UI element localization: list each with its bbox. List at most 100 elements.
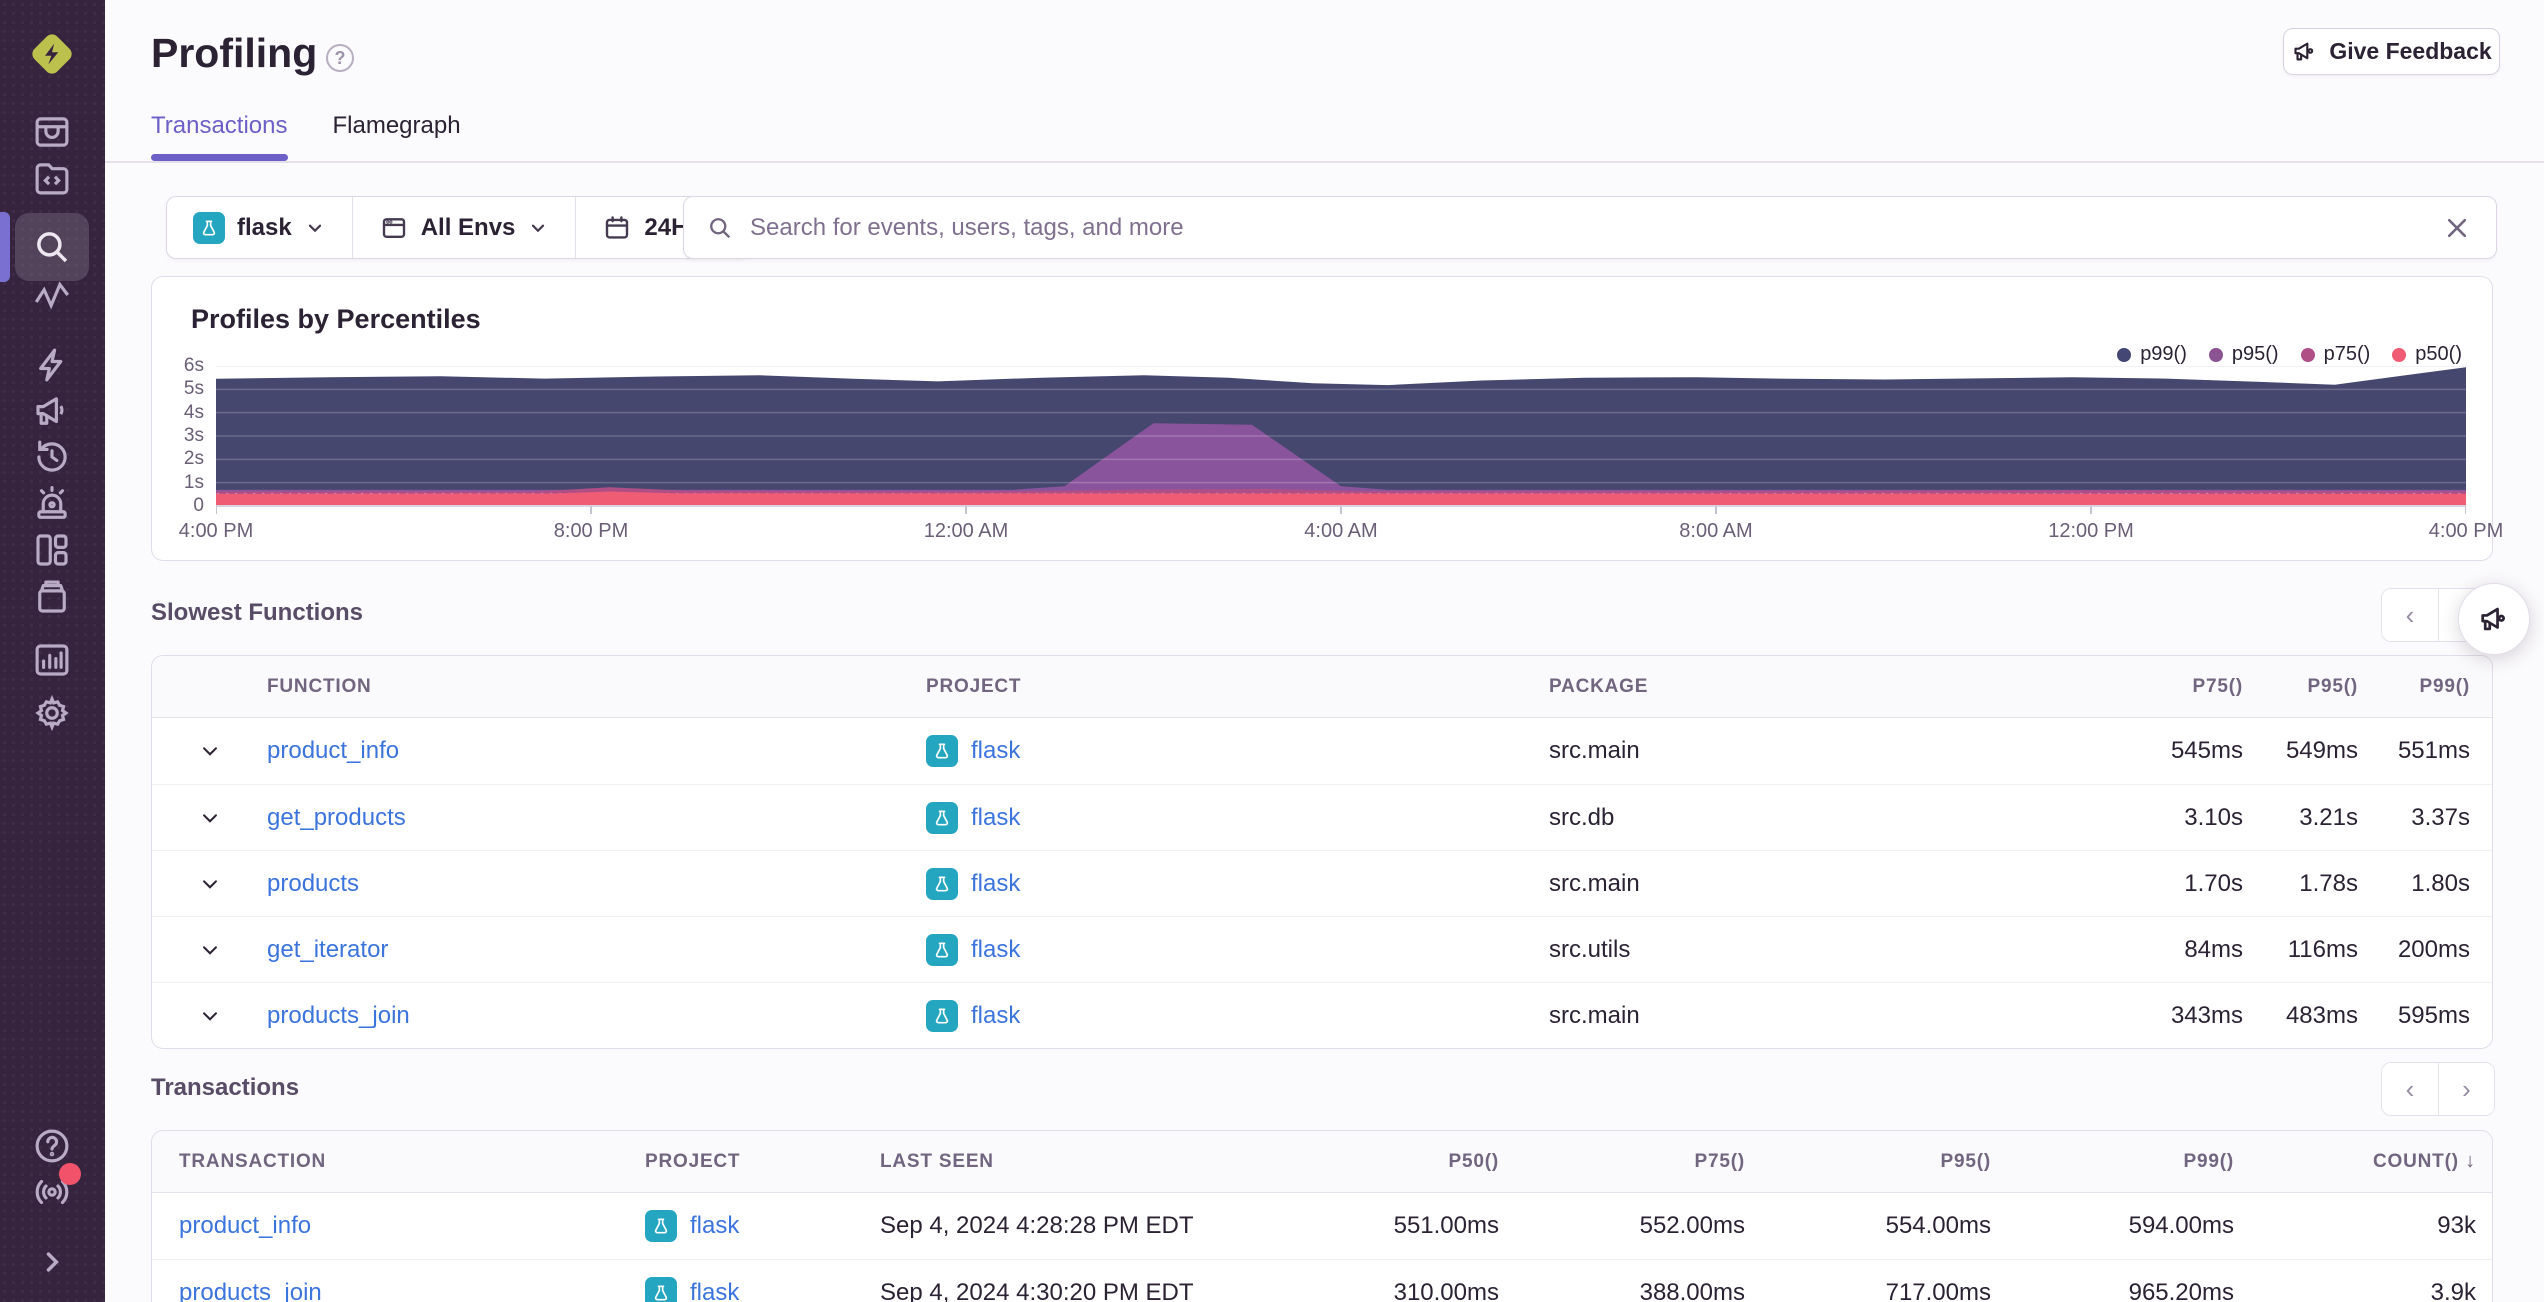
column-header-project[interactable]: PROJECT — [926, 676, 1549, 698]
column-header-p75[interactable]: P75() — [1499, 1151, 1745, 1173]
p75-cell: 545ms — [2170, 737, 2243, 764]
issues-inbox-icon — [35, 117, 69, 147]
give-feedback-button[interactable]: Give Feedback — [2283, 28, 2500, 75]
column-header-project[interactable]: PROJECT — [645, 1151, 880, 1173]
legend-item-p99[interactable]: p99() — [2117, 343, 2187, 366]
column-header-p50[interactable]: P50() — [1210, 1151, 1499, 1173]
tab-transactions[interactable]: Transactions — [151, 112, 288, 161]
legend-item-p95[interactable]: p95() — [2208, 343, 2279, 366]
sidebar-item-feedback[interactable] — [29, 388, 75, 434]
sidebar-item-performance[interactable] — [29, 342, 75, 388]
project-cell: flask — [926, 801, 1549, 834]
page-help-icon[interactable]: ? — [326, 44, 354, 72]
package-cell: src.main — [1549, 869, 1640, 897]
table-row: get_iterator flask src.utils 84ms 116ms 200ms — [152, 916, 2492, 982]
column-header-p75[interactable]: P75() — [2053, 676, 2243, 698]
megaphone-icon — [2294, 42, 2314, 61]
column-header-transaction[interactable]: TRANSACTION — [152, 1151, 645, 1173]
sidebar-item-alerts[interactable] — [29, 480, 75, 526]
project-link[interactable]: flask — [971, 1002, 1020, 1030]
project-filter-trigger[interactable]: flask — [167, 197, 352, 258]
x-axis-tick-label: 4:00 AM — [1304, 520, 1378, 542]
project-link[interactable]: flask — [690, 1212, 739, 1240]
project-link[interactable]: flask — [690, 1279, 739, 1302]
x-axis-tick-label: 8:00 AM — [1679, 520, 1753, 542]
table-row: products_join flask src.main 343ms 483ms 595m… — [152, 982, 2492, 1048]
sidebar-item-traces[interactable] — [29, 272, 75, 318]
y-axis-tick-label: 6s — [183, 355, 204, 376]
expand-row-chevron-icon[interactable] — [152, 871, 267, 897]
column-header-lastseen[interactable]: LAST SEEN — [880, 1151, 1210, 1173]
prev-page-button[interactable]: ‹ — [2382, 589, 2438, 641]
function-link[interactable]: products — [267, 870, 926, 898]
table-row: products flask src.main 1.70s 1.78s 1.80s — [152, 850, 2492, 916]
give-feedback-label: Give Feedback — [2329, 38, 2492, 64]
legend-dot-icon — [2117, 347, 2132, 362]
sidebar-item-whats-new[interactable] — [29, 1163, 81, 1215]
legend-item-p75[interactable]: p75() — [2300, 343, 2371, 366]
tab-bar: Transactions Flamegraph — [151, 112, 461, 161]
expand-row-chevron-icon[interactable] — [152, 805, 267, 831]
sidebar-item-replays[interactable] — [29, 434, 75, 480]
flask-project-icon — [926, 735, 958, 767]
siren-icon — [37, 486, 67, 519]
p99-cell: 3.37s — [2411, 803, 2470, 831]
environment-filter-trigger[interactable]: All Envs — [351, 197, 576, 258]
legend-label: p99() — [2140, 343, 2187, 365]
legend-label: p75() — [2323, 343, 2371, 365]
legend-item-p50[interactable]: p50() — [2392, 343, 2462, 366]
sidebar-item-releases[interactable] — [29, 574, 75, 620]
p75-cell: 84ms — [2184, 935, 2243, 963]
project-cell: flask — [645, 1276, 880, 1302]
column-header-p95[interactable]: P95() — [1745, 1151, 1991, 1173]
function-link[interactable]: product_info — [267, 737, 926, 765]
p99-cell: 200ms — [2397, 935, 2470, 963]
column-header-count[interactable]: COUNT() ↓ — [2234, 1150, 2476, 1173]
x-axis-tick-label: 8:00 PM — [553, 520, 629, 542]
package-cell: src.main — [1549, 1001, 1640, 1029]
y-axis-tick-label: 0 — [193, 495, 204, 516]
p95-cell: 116ms — [2287, 935, 2358, 963]
floating-feedback-button[interactable] — [2458, 583, 2530, 655]
x-axis-tick-label: 12:00 AM — [923, 520, 1009, 542]
sidebar-item-stats[interactable] — [29, 637, 75, 683]
column-header-function[interactable]: FUNCTION — [267, 676, 926, 698]
tab-flamegraph[interactable]: Flamegraph — [333, 112, 461, 158]
last-seen-cell: Sep 4, 2024 4:30:20 PM EDT — [880, 1278, 1194, 1302]
function-link[interactable]: get_iterator — [267, 936, 926, 964]
sentry-logo-icon[interactable] — [26, 28, 78, 80]
sidebar-item-issues[interactable] — [29, 109, 75, 155]
sidebar-collapse-toggle[interactable] — [29, 1239, 75, 1285]
sidebar-item-dashboards[interactable] — [29, 527, 75, 573]
function-link[interactable]: get_products — [267, 804, 926, 832]
x-axis-tick-label: 4:00 PM — [178, 520, 254, 542]
project-link[interactable]: flask — [971, 737, 1020, 765]
prev-page-button[interactable]: ‹ — [2382, 1063, 2438, 1115]
sidebar-item-explore[interactable] — [29, 224, 75, 270]
column-header-p99[interactable]: P99() — [2358, 676, 2470, 698]
column-header-p95[interactable]: P95() — [2243, 676, 2358, 698]
project-link[interactable]: flask — [971, 804, 1020, 832]
project-link[interactable]: flask — [971, 870, 1020, 898]
dashboards-grid-icon — [36, 534, 68, 566]
transactions-pager: ‹ › — [2381, 1062, 2495, 1116]
next-page-button[interactable]: › — [2438, 1063, 2494, 1115]
count-cell: 3.9k — [2430, 1278, 2476, 1302]
last-seen-cell: Sep 4, 2024 4:28:28 PM EDT — [880, 1212, 1194, 1239]
transaction-link[interactable]: products_join — [152, 1279, 645, 1302]
sidebar-item-settings[interactable] — [29, 690, 75, 736]
column-header-p99[interactable]: P99() — [1991, 1151, 2234, 1173]
clear-search-icon[interactable] — [2440, 211, 2474, 245]
profiling-page: Profiling ? Give Feedback Transactions F… — [0, 0, 2544, 1302]
search-input[interactable] — [750, 213, 2424, 242]
expand-row-chevron-icon[interactable] — [152, 738, 267, 764]
expand-row-chevron-icon[interactable] — [152, 1003, 267, 1029]
transaction-link[interactable]: product_info — [152, 1212, 645, 1240]
sidebar-item-projects[interactable] — [29, 155, 75, 201]
column-header-package[interactable]: PACKAGE — [1549, 676, 2053, 698]
project-filter-value: flask — [237, 213, 292, 241]
help-circle-icon — [35, 1129, 69, 1163]
project-link[interactable]: flask — [971, 936, 1020, 964]
function-link[interactable]: products_join — [267, 1002, 926, 1030]
expand-row-chevron-icon[interactable] — [152, 937, 267, 963]
